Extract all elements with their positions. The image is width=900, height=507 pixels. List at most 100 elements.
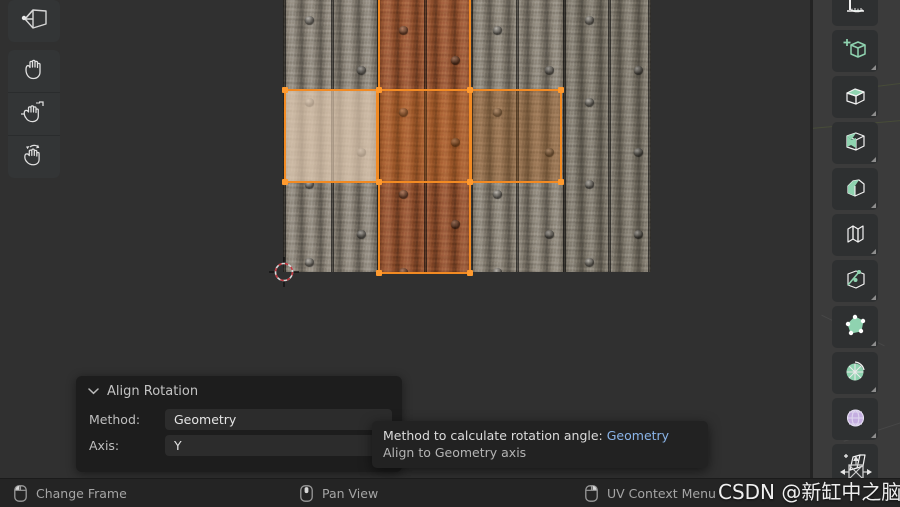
mouse-middle-click-icon — [300, 484, 313, 502]
texture-rivet — [493, 190, 502, 198]
texture-rivet — [357, 66, 366, 74]
uv-face-selected[interactable] — [470, 89, 562, 183]
left-toolbar[interactable] — [8, 0, 60, 186]
operator-panel-header[interactable]: Align Rotation — [76, 376, 402, 406]
cursor-tool[interactable] — [8, 50, 60, 93]
knife-tool[interactable] — [832, 260, 878, 302]
tool-more-indicator — [871, 249, 876, 254]
loop-cut-icon — [842, 220, 869, 251]
tweak-tool[interactable] — [8, 0, 60, 42]
method-label: Method: — [89, 411, 141, 427]
texture-rivet — [585, 258, 594, 266]
texture-rivet — [399, 26, 408, 34]
spin-tool[interactable] — [832, 352, 878, 394]
uv-edge — [378, 272, 471, 274]
uv-face-selected[interactable] — [284, 89, 378, 183]
status-label-uv-context-menu: UV Context Menu — [607, 485, 716, 501]
extrude-region-tool[interactable] — [832, 76, 878, 118]
right-toolbar[interactable] — [832, 0, 878, 490]
inset-faces-tool[interactable] — [832, 122, 878, 164]
operator-panel-title: Align Rotation — [107, 383, 199, 399]
uv-vertex[interactable] — [282, 179, 288, 185]
tooltip-value: Geometry — [606, 428, 670, 443]
chevron-down-icon[interactable] — [88, 384, 99, 399]
measure-tool[interactable] — [832, 0, 878, 26]
hand-move-icon — [19, 99, 49, 129]
poly-build-tool[interactable] — [832, 306, 878, 348]
texture-rivet — [305, 258, 314, 266]
uv-vertex[interactable] — [467, 270, 473, 276]
tool-more-indicator — [871, 111, 876, 116]
texture-rivet — [634, 66, 643, 74]
tool-more-indicator — [871, 157, 876, 162]
texture-rivet — [399, 190, 408, 198]
tweak-icon — [18, 6, 50, 36]
uv-face-selected[interactable] — [377, 89, 471, 183]
tool-group-select — [8, 0, 60, 42]
tooltip-description: Method to calculate rotation angle: — [383, 428, 603, 443]
operator-row-axis: Axis: Y — [86, 434, 392, 456]
status-label-change-frame: Change Frame — [36, 485, 127, 501]
uv-vertex[interactable] — [467, 87, 473, 93]
mouse-right-click-icon — [585, 484, 598, 502]
operator-panel-body: Method: Geometry Axis: Y — [76, 406, 402, 472]
tool-more-indicator — [871, 341, 876, 346]
uv-vertex[interactable] — [558, 179, 564, 185]
rotate-tool[interactable] — [8, 136, 60, 178]
blender-window: Align Rotation Method: Geometry Axis: Y … — [0, 0, 900, 507]
measure-icon — [842, 0, 868, 20]
bevel-icon — [842, 174, 869, 205]
uv-vertex[interactable] — [282, 87, 288, 93]
tooltip-description-line: Method to calculate rotation angle: Geom… — [383, 428, 697, 443]
uv-edge — [378, 182, 380, 274]
inset-faces-icon — [842, 128, 869, 159]
status-label-pan-view: Pan View — [322, 485, 379, 501]
texture-rivet — [451, 220, 460, 228]
extrude-icon — [842, 82, 869, 113]
texture-rivet — [634, 230, 643, 238]
method-dropdown[interactable]: Geometry — [165, 408, 392, 430]
tool-more-indicator — [871, 433, 876, 438]
loop-cut-tool[interactable] — [832, 214, 878, 256]
smooth-tool[interactable] — [832, 398, 878, 440]
texture-rivet — [634, 148, 643, 156]
texture-rivet — [585, 180, 594, 188]
operator-row-method: Method: Geometry — [86, 408, 392, 430]
status-item-change-frame[interactable]: Change Frame — [14, 484, 127, 502]
uv-vertex[interactable] — [376, 179, 382, 185]
operator-panel[interactable]: Align Rotation Method: Geometry Axis: Y — [76, 376, 402, 472]
tool-group-transform — [8, 50, 60, 178]
area-divider[interactable] — [810, 0, 813, 478]
texture-rivet — [585, 98, 594, 106]
uv-vertex[interactable] — [558, 87, 564, 93]
uv-edge — [378, 0, 380, 90]
add-cube-icon — [842, 36, 869, 67]
mouse-left-click-icon — [14, 484, 27, 502]
bevel-tool[interactable] — [832, 168, 878, 210]
status-item-pan-view[interactable]: Pan View — [300, 484, 379, 502]
poly-build-icon — [842, 312, 869, 343]
uv-vertex[interactable] — [467, 179, 473, 185]
uv-vertex[interactable] — [376, 270, 382, 276]
texture-rivet — [585, 16, 594, 24]
tooltip: Method to calculate rotation angle: Geom… — [372, 421, 708, 468]
texture-rivet — [545, 66, 554, 74]
smooth-icon — [842, 404, 869, 435]
hand-rotate-icon — [19, 142, 49, 172]
tool-more-indicator — [871, 65, 876, 70]
status-bar: Change Frame Pan View UV Context Menu — [0, 478, 900, 507]
axis-dropdown[interactable]: Y — [165, 434, 392, 456]
uv-edge — [469, 182, 471, 274]
texture-rivet — [493, 26, 502, 34]
status-item-uv-context-menu[interactable]: UV Context Menu — [585, 484, 716, 502]
spin-icon — [842, 358, 869, 389]
axis-label: Axis: — [89, 437, 120, 453]
move-tool[interactable] — [8, 93, 60, 136]
2d-cursor-icon[interactable] — [269, 257, 299, 287]
uv-edge — [469, 0, 471, 90]
add-cube-tool[interactable] — [832, 30, 878, 72]
hand-grab-icon — [21, 56, 47, 86]
knife-icon — [842, 266, 869, 297]
tool-more-indicator — [871, 295, 876, 300]
uv-vertex[interactable] — [376, 87, 382, 93]
